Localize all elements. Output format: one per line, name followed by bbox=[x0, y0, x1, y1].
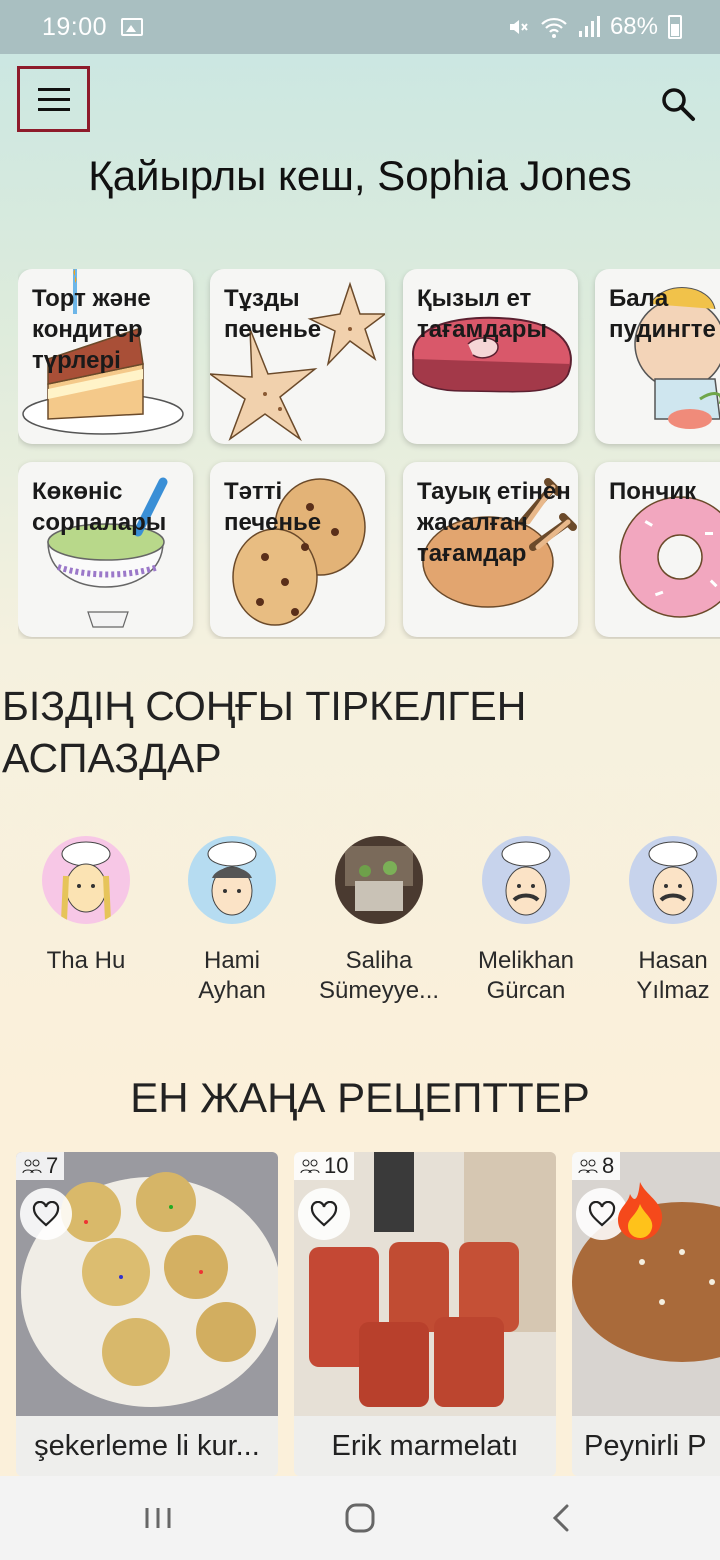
category-card-sweet-cookies[interactable]: Тәтті печенье bbox=[210, 462, 385, 637]
servings-badge: 7 bbox=[16, 1152, 65, 1180]
battery-icon bbox=[668, 15, 682, 39]
category-card-donut[interactable]: Пончик bbox=[595, 462, 720, 637]
search-icon[interactable] bbox=[658, 84, 698, 124]
category-card-red-meat[interactable]: Қызыл ет тағамдары bbox=[403, 269, 578, 444]
fire-icon bbox=[618, 1182, 663, 1240]
recipe-card[interactable]: 10 Erik marmelatı bbox=[294, 1152, 556, 1476]
status-bar: 19:00 68% bbox=[0, 0, 720, 54]
chef-item[interactable]: Melikhan Gürcan bbox=[466, 836, 586, 1006]
hamburger-line bbox=[37, 107, 70, 111]
recipe-title: Erik marmelatı bbox=[294, 1416, 556, 1476]
avatar bbox=[629, 836, 717, 924]
category-card-vegetable-soups[interactable]: Көкөніс сорпалары bbox=[18, 462, 193, 637]
servings-badge: 10 bbox=[294, 1152, 355, 1180]
people-icon bbox=[22, 1159, 42, 1174]
greeting-title: Қайырлы кеш, Sophia Jones bbox=[88, 152, 632, 199]
people-icon bbox=[578, 1159, 598, 1174]
battery-percent: 68% bbox=[609, 13, 658, 40]
chef-name: Saliha Sümeyye... bbox=[319, 947, 440, 1004]
heart-icon bbox=[310, 1201, 338, 1227]
recipe-list: 7 şekerleme li kur... 10 Erik marmelatı bbox=[0, 1152, 720, 1476]
category-card-savory-cookies[interactable]: Тұзды печенье bbox=[210, 269, 385, 444]
chef-item[interactable]: Tha Hu bbox=[26, 836, 146, 976]
category-label: Бала пудингте bbox=[609, 285, 716, 343]
category-label: Қызыл ет тағамдары bbox=[417, 285, 547, 343]
chef-man-avatar-icon bbox=[482, 836, 570, 924]
category-card-chicken[interactable]: Тауық етінен жасалған тағамдар bbox=[403, 462, 578, 637]
recipe-title: Peynirli P bbox=[572, 1416, 720, 1476]
category-grid: Торт және кондитер түрлері Тұзды печенье… bbox=[18, 269, 720, 639]
avatar bbox=[482, 836, 570, 924]
servings-count: 10 bbox=[324, 1153, 349, 1178]
hamburger-line bbox=[37, 97, 70, 101]
heart-icon bbox=[32, 1201, 60, 1227]
chef-item[interactable]: Saliha Sümeyye... bbox=[319, 836, 439, 1006]
avatar bbox=[335, 836, 423, 924]
favorite-button[interactable] bbox=[298, 1188, 350, 1240]
back-icon[interactable] bbox=[542, 1498, 582, 1538]
status-time: 19:00 bbox=[42, 12, 108, 41]
chef-photo-avatar-icon bbox=[335, 836, 423, 924]
gallery-icon bbox=[121, 18, 144, 36]
servings-count: 8 bbox=[602, 1153, 615, 1178]
recipe-title: şekerleme li kur... bbox=[16, 1416, 278, 1476]
servings-badge: 8 bbox=[572, 1152, 621, 1180]
chef-item[interactable]: Hasan Yılmaz bbox=[613, 836, 720, 1006]
category-label: Тауық етінен жасалған тағамдар bbox=[417, 478, 571, 567]
avatar bbox=[42, 836, 130, 924]
chef-item[interactable]: Hami Ayhan bbox=[172, 836, 292, 1006]
chef-name: Hami Ayhan bbox=[198, 947, 266, 1004]
chef-girl-avatar-icon bbox=[42, 836, 130, 924]
category-label: Тұзды печенье bbox=[224, 285, 322, 343]
chef-man-avatar-icon bbox=[629, 836, 717, 924]
mute-icon bbox=[509, 20, 528, 34]
avatar bbox=[188, 836, 276, 924]
menu-button[interactable] bbox=[17, 66, 90, 132]
recipes-section-title: ЕН ЖАҢА РЕЦЕПТТЕР bbox=[130, 1074, 590, 1121]
servings-count: 7 bbox=[46, 1153, 59, 1178]
recent-apps-icon[interactable] bbox=[138, 1498, 178, 1538]
wifi-icon bbox=[541, 17, 567, 38]
chefs-section-title: БІЗДІҢ СОҢҒЫ ТІРКЕЛГЕН АСПАЗДАР bbox=[2, 683, 527, 781]
favorite-button[interactable] bbox=[20, 1188, 72, 1240]
chef-woman-avatar-icon bbox=[188, 836, 276, 924]
chef-name: Tha Hu bbox=[46, 947, 126, 974]
category-card-baby-pudding[interactable]: Бала пудингте bbox=[595, 269, 720, 444]
category-card-cakes[interactable]: Торт және кондитер түрлері bbox=[18, 269, 193, 444]
status-icons: 68% bbox=[506, 13, 682, 41]
recipe-card[interactable]: 7 şekerleme li kur... bbox=[16, 1152, 278, 1476]
chef-name: Melikhan Gürcan bbox=[477, 947, 575, 1004]
hamburger-menu-icon bbox=[37, 87, 70, 91]
signal-icon bbox=[578, 16, 600, 37]
category-label: Торт және кондитер түрлері bbox=[32, 285, 151, 374]
category-label: Тәтті печенье bbox=[224, 478, 322, 536]
recipe-card[interactable]: 8 Peynirli P bbox=[572, 1152, 720, 1476]
chef-list: Tha Hu Hami Ayhan Saliha Sümeyye... Meli… bbox=[0, 836, 720, 1026]
category-label: Пончик bbox=[609, 478, 697, 505]
home-icon[interactable] bbox=[340, 1498, 380, 1538]
chef-name: Hasan Yılmaz bbox=[636, 947, 710, 1004]
system-nav-bar bbox=[0, 1476, 720, 1560]
category-label: Көкөніс сорпалары bbox=[32, 478, 167, 536]
people-icon bbox=[300, 1159, 320, 1174]
